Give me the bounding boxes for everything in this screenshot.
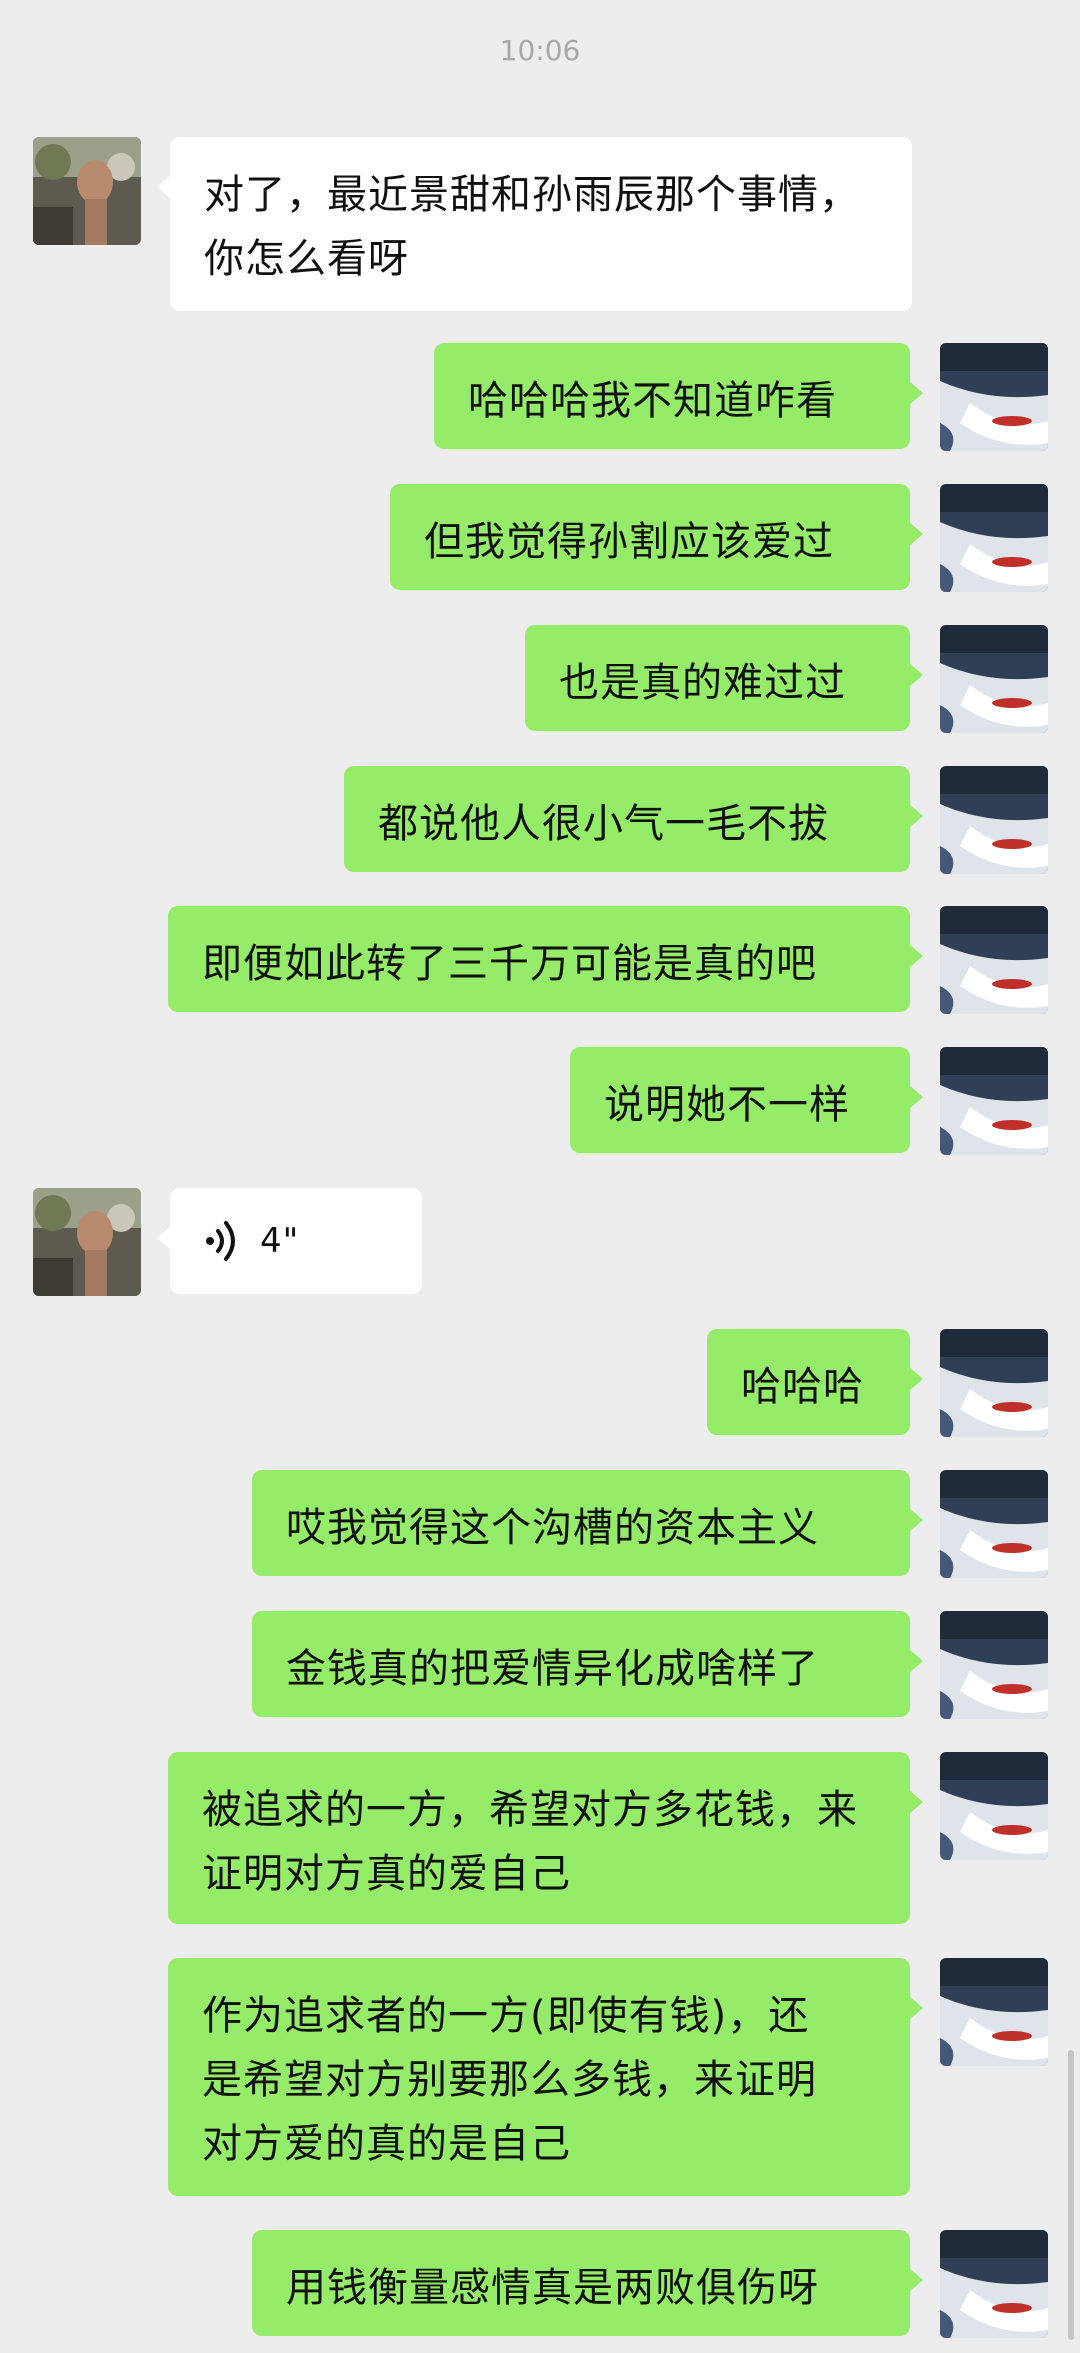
message-bubble[interactable]: 金钱真的把爱情异化成啥样了 [252,1611,923,1717]
self-avatar[interactable] [940,484,1048,592]
self-avatar-photo-icon [940,484,1048,592]
self-avatar-photo-icon [940,1752,1048,1860]
contact-avatar[interactable] [33,137,141,245]
self-avatar-photo-icon [940,1047,1048,1155]
message-bubble[interactable]: 说明她不一样 [570,1047,923,1153]
message-bubble[interactable]: 哎我觉得这个沟槽的资本主义 [252,1470,923,1576]
voice-wave-icon [206,1221,235,1261]
self-avatar[interactable] [940,1047,1048,1155]
self-avatar[interactable] [940,1329,1048,1437]
message-bubble[interactable]: 即便如此转了三千万可能是真的吧 [168,906,923,1012]
self-avatar-photo-icon [940,625,1048,733]
contact-avatar-photo-icon [33,1188,141,1296]
self-avatar-photo-icon [940,766,1048,874]
chat-timestamp: 10:06 [499,34,581,67]
contact-avatar-photo-icon [33,137,141,245]
self-avatar-photo-icon [940,1611,1048,1719]
message-bubble[interactable]: 哈哈哈 [707,1329,923,1435]
self-avatar-photo-icon [940,1958,1048,2066]
self-avatar-photo-icon [940,343,1048,451]
self-avatar-photo-icon [940,906,1048,1014]
message-bubble[interactable]: 哈哈哈我不知道咋看 [434,343,923,449]
self-avatar[interactable] [940,766,1048,874]
message-bubble[interactable]: 也是真的难过过 [525,625,923,731]
self-avatar[interactable] [940,1958,1048,2066]
message-bubble[interactable]: 但我觉得孙割应该爱过 [390,484,923,590]
message-bubble[interactable]: 用钱衡量感情真是两败俱伤呀 [252,2230,923,2336]
self-avatar-photo-icon [940,1470,1048,1578]
self-avatar[interactable] [940,906,1048,1014]
self-avatar-photo-icon [940,1329,1048,1437]
voice-duration: 4" [260,1221,300,1261]
message-bubble[interactable]: 被追求的一方，希望对方多花钱，来 证明对方真的爱自己 [168,1752,923,1924]
scrollbar[interactable] [1068,2050,1074,2340]
self-avatar[interactable] [940,343,1048,451]
self-avatar[interactable] [940,1752,1048,1860]
self-avatar[interactable] [940,2230,1048,2338]
self-avatar-photo-icon [940,2230,1048,2338]
self-avatar[interactable] [940,625,1048,733]
voice-message-bubble[interactable]: 4" [157,1188,422,1294]
message-bubble[interactable]: 都说他人很小气一毛不拔 [344,766,923,872]
self-avatar[interactable] [940,1611,1048,1719]
message-bubble[interactable]: 作为追求者的一方(即使有钱)，还 是希望对方别要那么多钱，来证明 对方爱的真的是… [168,1958,923,2196]
contact-avatar[interactable] [33,1188,141,1296]
self-avatar[interactable] [940,1470,1048,1578]
message-bubble[interactable]: 对了，最近景甜和孙雨辰那个事情， 你怎么看呀 [157,137,912,311]
